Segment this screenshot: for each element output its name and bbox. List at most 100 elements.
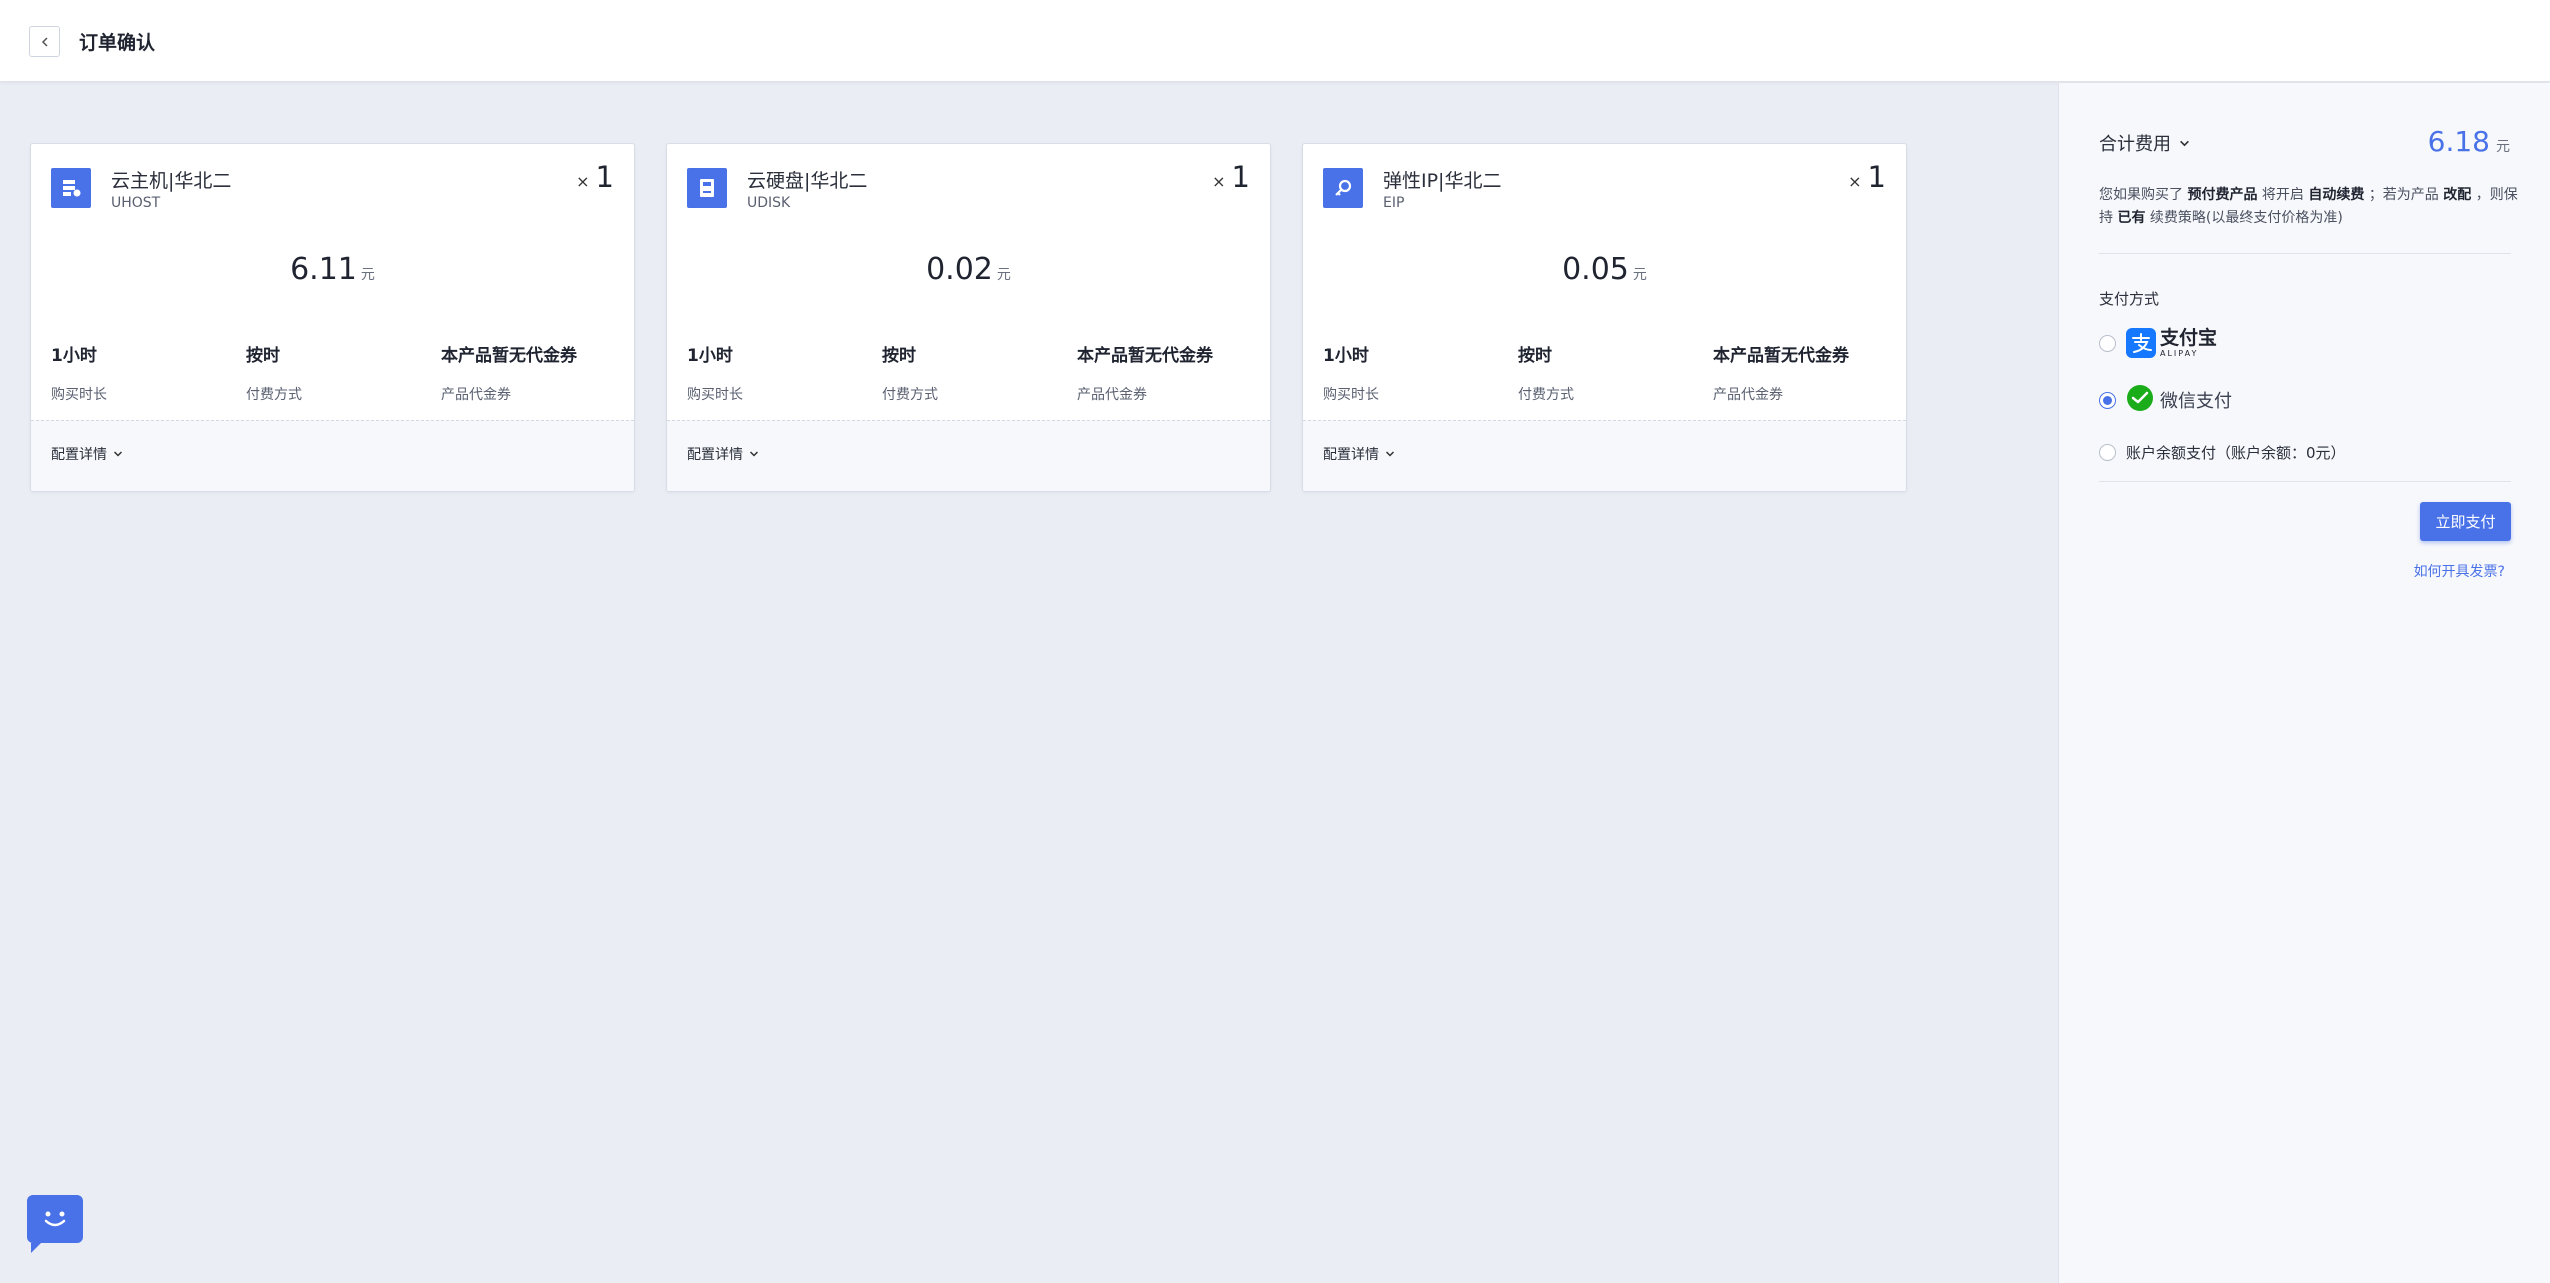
product-price: 0.05 元: [1303, 252, 1906, 287]
meta-voucher: 本产品暂无代金券 产品代金券: [1713, 341, 1849, 404]
notice-text: 续费策略(以最终支付价格为准): [2149, 210, 2343, 226]
quantity-value: 1: [595, 160, 614, 194]
chevron-down-icon: [2180, 140, 2189, 146]
card-footer: 配置详情: [1303, 420, 1906, 491]
meta-value: 本产品暂无代金券: [441, 346, 577, 366]
product-card-uhost: 云主机|华北二 UHOST × 1 6.11 元 1小时 购买时长 按时 付费方式…: [30, 143, 635, 492]
meta-duration: 1小时 购买时长: [687, 341, 743, 404]
alipay-icon: [2126, 328, 2156, 358]
invoice-help-link[interactable]: 如何开具发票?: [2414, 561, 2505, 581]
notice-bold: 预付费产品: [2187, 187, 2258, 203]
config-details-toggle[interactable]: 配置详情: [687, 444, 759, 464]
balance-radio[interactable]: [2099, 444, 2116, 461]
notice-bold: 自动续费: [2308, 187, 2365, 203]
price-unit: 元: [360, 267, 375, 283]
meta-value: 按时: [882, 346, 916, 366]
config-details-label: 配置详情: [687, 447, 743, 463]
multiply-sign: ×: [1848, 172, 1862, 191]
product-quantity: × 1: [1848, 160, 1886, 194]
meta-value: 本产品暂无代金券: [1077, 346, 1213, 366]
meta-label: 产品代金券: [441, 387, 511, 403]
wechat-pay-label: 微信支付: [2160, 391, 2232, 412]
config-details-toggle[interactable]: 配置详情: [51, 444, 123, 464]
alipay-english-label: ALIPAY: [2160, 348, 2199, 358]
chat-support-button[interactable]: [27, 1195, 83, 1253]
total-cost-unit: 元: [2496, 139, 2510, 155]
notice-text: 您如果购买了: [2099, 187, 2183, 203]
chevron-left-icon: [41, 36, 48, 47]
total-cost-amount: 6.18: [2427, 125, 2490, 158]
meta-label: 购买时长: [51, 387, 107, 403]
price-amount: 6.11: [290, 252, 357, 287]
meta-duration: 1小时 购买时长: [51, 341, 107, 404]
quantity-value: 1: [1231, 160, 1250, 194]
alipay-label: 支付宝: [2160, 326, 2218, 349]
product-card-udisk: 云硬盘|华北二 UDISK × 1 0.02 元 1小时 购买时长 按时 付费方式…: [666, 143, 1271, 492]
payment-option-wechat[interactable]: 微信支付: [2099, 384, 2232, 416]
card-footer: 配置详情: [31, 420, 634, 491]
price-unit: 元: [1632, 267, 1647, 283]
total-cost: 6.18 元: [2428, 125, 2510, 158]
key-icon: [1323, 168, 1363, 208]
payment-option-balance[interactable]: 账户余额支付（账户余额：0元）: [2099, 442, 2346, 463]
product-quantity: × 1: [1212, 160, 1250, 194]
card-footer: 配置详情: [667, 420, 1270, 491]
notice-text: 将开启: [2261, 187, 2304, 203]
meta-value: 本产品暂无代金券: [1713, 346, 1849, 366]
meta-label: 付费方式: [882, 387, 938, 403]
product-name: 弹性IP|华北二: [1383, 170, 1502, 192]
product-name: 云主机|华北二: [111, 170, 232, 192]
meta-label: 购买时长: [1323, 387, 1379, 403]
disk-icon: [687, 168, 727, 208]
meta-value: 1小时: [1323, 346, 1369, 366]
payment-method-title: 支付方式: [2099, 290, 2160, 308]
wechat-pay-icon: [2126, 384, 2154, 416]
multiply-sign: ×: [576, 172, 590, 191]
meta-label: 付费方式: [246, 387, 302, 403]
page-title: 订单确认: [79, 32, 156, 54]
wechat-radio[interactable]: [2099, 391, 2116, 409]
divider: [2099, 253, 2511, 254]
meta-label: 产品代金券: [1713, 387, 1783, 403]
price-amount: 0.02: [926, 252, 993, 287]
product-name: 云硬盘|华北二: [747, 170, 868, 192]
product-meta: 1小时 购买时长 按时 付费方式 本产品暂无代金券 产品代金券: [1323, 341, 1886, 404]
alipay-logo: 支付宝 ALIPAY: [2126, 328, 2217, 358]
notice-text: ；若为产品: [2368, 187, 2439, 203]
chevron-down-icon: [1385, 451, 1395, 457]
alipay-radio[interactable]: [2099, 334, 2116, 352]
meta-duration: 1小时 购买时长: [1323, 341, 1379, 404]
product-card-eip: 弹性IP|华北二 EIP × 1 0.05 元 1小时 购买时长 按时 付费方式 …: [1302, 143, 1907, 492]
meta-value: 1小时: [687, 346, 733, 366]
divider: [2099, 481, 2511, 482]
price-unit: 元: [996, 267, 1011, 283]
back-button[interactable]: [29, 26, 60, 57]
config-details-label: 配置详情: [51, 447, 107, 463]
product-meta: 1小时 购买时长 按时 付费方式 本产品暂无代金券 产品代金券: [51, 341, 614, 404]
main-content: 云主机|华北二 UHOST × 1 6.11 元 1小时 购买时长 按时 付费方式…: [0, 83, 2058, 1283]
payment-option-alipay[interactable]: 支付宝 ALIPAY: [2099, 328, 2217, 358]
product-code: UDISK: [747, 195, 791, 211]
product-price: 6.11 元: [31, 252, 634, 287]
config-details-label: 配置详情: [1323, 447, 1379, 463]
total-cost-label: 合计费用: [2099, 134, 2171, 155]
renewal-notice: 您如果购买了 预付费产品 将开启 自动续费 ；若为产品 改配 ，则保持 已有 续…: [2099, 184, 2519, 230]
top-header: 订单确认: [0, 0, 2550, 82]
price-amount: 0.05: [1562, 252, 1629, 287]
product-meta: 1小时 购买时长 按时 付费方式 本产品暂无代金券 产品代金券: [687, 341, 1250, 404]
config-details-toggle[interactable]: 配置详情: [1323, 444, 1395, 464]
balance-pay-label: 账户余额支付（账户余额：0元）: [2126, 444, 2346, 462]
server-icon: [51, 168, 91, 208]
product-code: EIP: [1383, 195, 1405, 211]
product-code: UHOST: [111, 195, 161, 211]
chevron-down-icon: [113, 451, 123, 457]
meta-label: 购买时长: [687, 387, 743, 403]
quantity-value: 1: [1867, 160, 1886, 194]
meta-voucher: 本产品暂无代金券 产品代金券: [441, 341, 577, 404]
meta-value: 按时: [1518, 346, 1552, 366]
total-cost-toggle[interactable]: 合计费用: [2099, 130, 2190, 156]
pay-now-button[interactable]: 立即支付: [2420, 502, 2511, 541]
product-price: 0.02 元: [667, 252, 1270, 287]
product-quantity: × 1: [576, 160, 614, 194]
notice-bold: 已有: [2117, 210, 2146, 226]
